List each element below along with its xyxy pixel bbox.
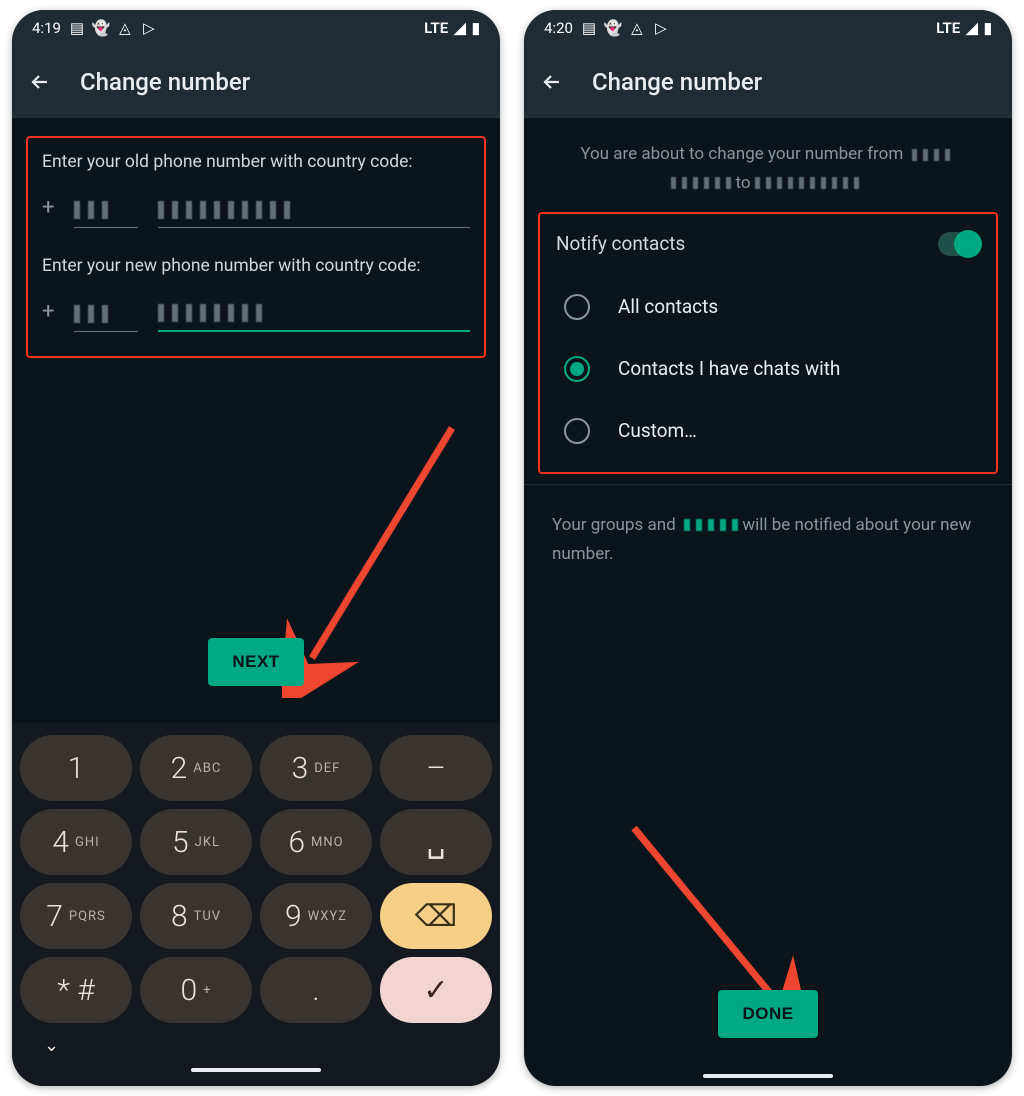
new-number-label: Enter your new phone number with country…	[42, 256, 470, 276]
notif-icon: ▤	[581, 20, 597, 36]
key-.[interactable]: .	[260, 957, 372, 1023]
notify-contacts-label: Notify contacts	[556, 232, 685, 255]
back-button[interactable]	[24, 66, 56, 98]
radio-icon	[564, 294, 590, 320]
radio-label: Custom…	[618, 419, 697, 442]
new-phone-input[interactable]	[158, 298, 470, 332]
key-3[interactable]: 3DEF	[260, 735, 372, 801]
key-–[interactable]: –	[380, 735, 492, 801]
plus-prefix: +	[42, 195, 54, 220]
key-4[interactable]: 4GHI	[20, 809, 132, 875]
radio-label: All contacts	[618, 295, 718, 318]
network-label: LTE	[424, 19, 448, 37]
play-icon: ▷	[141, 20, 157, 36]
battery-icon: ▮	[984, 19, 992, 37]
old-number-label: Enter your old phone number with country…	[42, 152, 470, 172]
ps-icon: ◬	[117, 20, 133, 36]
done-button[interactable]: DONE	[718, 990, 817, 1038]
key-6[interactable]: 6MNO	[260, 809, 372, 875]
notify-option-0[interactable]: All contacts	[556, 276, 980, 338]
change-info-text: You are about to change your number from…	[524, 118, 1012, 206]
key-␣[interactable]: ␣	[380, 809, 492, 875]
groups-notify-text: Your groups and will be notified about y…	[524, 485, 1012, 595]
key-⌫[interactable]: ⌫	[380, 883, 492, 949]
keyboard-collapse[interactable]: ⌄	[20, 1031, 492, 1060]
notif-icon: ▤	[69, 20, 85, 36]
plus-prefix: +	[42, 299, 54, 324]
old-country-code-input[interactable]	[74, 194, 138, 228]
numeric-keypad: 12ABC3DEF– 4GHI5JKL6MNO␣ 7PQRS8TUV9WXYZ⌫ * …	[12, 723, 500, 1086]
play-icon: ▷	[653, 20, 669, 36]
notify-option-1[interactable]: Contacts I have chats with	[556, 338, 980, 400]
key-* #[interactable]: * #	[20, 957, 132, 1023]
notify-highlight-box: Notify contacts All contacts Contacts I h…	[538, 212, 998, 474]
key-7[interactable]: 7PQRS	[20, 883, 132, 949]
network-label: LTE	[936, 19, 960, 37]
radio-icon	[564, 418, 590, 444]
radio-label: Contacts I have chats with	[618, 357, 840, 380]
signal-icon: ◢	[454, 19, 466, 37]
ps-icon: ◬	[629, 20, 645, 36]
screenshot-left: 4:19 ▤ 👻 ◬ ▷ LTE ◢ ▮ Change number Enter…	[12, 10, 500, 1086]
page-title: Change number	[592, 68, 762, 96]
screenshot-right: 4:20 ▤ 👻 ◬ ▷ LTE ◢ ▮ Change number You a…	[524, 10, 1012, 1086]
key-9[interactable]: 9WXYZ	[260, 883, 372, 949]
key-2[interactable]: 2ABC	[140, 735, 252, 801]
signal-icon: ◢	[966, 19, 978, 37]
input-highlight-box: Enter your old phone number with country…	[26, 136, 486, 358]
status-bar: 4:20 ▤ 👻 ◬ ▷ LTE ◢ ▮	[524, 10, 1012, 46]
key-5[interactable]: 5JKL	[140, 809, 252, 875]
snapchat-icon: 👻	[93, 20, 109, 36]
key-8[interactable]: 8TUV	[140, 883, 252, 949]
snapchat-icon: 👻	[605, 20, 621, 36]
status-time: 4:19	[32, 19, 61, 37]
battery-icon: ▮	[472, 19, 480, 37]
appbar: Change number	[12, 46, 500, 118]
status-time: 4:20	[544, 19, 573, 37]
new-country-code-input[interactable]	[74, 298, 138, 332]
back-button[interactable]	[536, 66, 568, 98]
notify-toggle[interactable]	[938, 232, 980, 256]
nav-handle[interactable]	[191, 1068, 321, 1072]
key-✓[interactable]: ✓	[380, 957, 492, 1023]
nav-handle[interactable]	[524, 1074, 1012, 1078]
notify-option-2[interactable]: Custom…	[556, 400, 980, 462]
page-title: Change number	[80, 68, 250, 96]
appbar: Change number	[524, 46, 1012, 118]
key-1[interactable]: 1	[20, 735, 132, 801]
status-bar: 4:19 ▤ 👻 ◬ ▷ LTE ◢ ▮	[12, 10, 500, 46]
key-0[interactable]: 0+	[140, 957, 252, 1023]
next-button[interactable]: NEXT	[208, 638, 303, 686]
radio-icon	[564, 356, 590, 382]
old-phone-input[interactable]	[158, 194, 470, 228]
